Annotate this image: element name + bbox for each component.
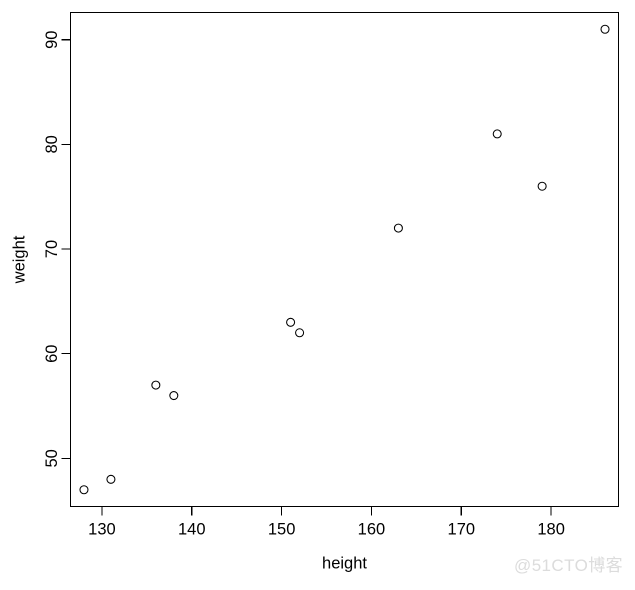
data-point	[393, 223, 403, 233]
x-tick-label: 130	[88, 521, 116, 539]
y-axis-title: weight	[10, 235, 28, 284]
y-tick-label: 90	[43, 31, 61, 49]
data-point	[106, 474, 116, 484]
y-tick-label: 60	[43, 345, 61, 363]
data-point	[169, 391, 179, 401]
x-tick-label: 170	[448, 521, 476, 539]
data-point	[286, 317, 296, 327]
plot-canvas: 130 140 150 160 170 180 50 60 70 80 90 height weig…	[10, 11, 620, 573]
plot-frame	[69, 11, 620, 508]
plot-border	[69, 11, 620, 508]
data-point	[151, 380, 161, 390]
data-point	[79, 485, 89, 495]
y-tick-label: 70	[43, 240, 61, 258]
x-axis-tick-labels: 130 140 150 160 170 180	[88, 521, 565, 539]
x-tick-label: 150	[268, 521, 296, 539]
scatter-plot-figure: 130 140 150 160 170 180 50 60 70 80 90 height weig…	[0, 0, 635, 590]
x-axis-ticks	[101, 506, 552, 516]
y-tick-label: 80	[43, 135, 61, 153]
x-axis-title: height	[322, 555, 367, 573]
data-point	[537, 181, 547, 191]
y-axis-tick-labels: 50 60 70 80 90	[43, 31, 61, 468]
y-axis-ticks	[61, 39, 71, 459]
x-tick-label: 140	[178, 521, 206, 539]
x-tick-label: 180	[537, 521, 565, 539]
watermark-label: @51CTO博客	[514, 556, 623, 575]
data-point	[492, 129, 502, 139]
y-tick-label: 50	[43, 449, 61, 467]
data-point	[295, 328, 305, 338]
x-tick-label: 160	[358, 521, 386, 539]
data-points	[79, 24, 610, 495]
data-point	[600, 24, 610, 34]
